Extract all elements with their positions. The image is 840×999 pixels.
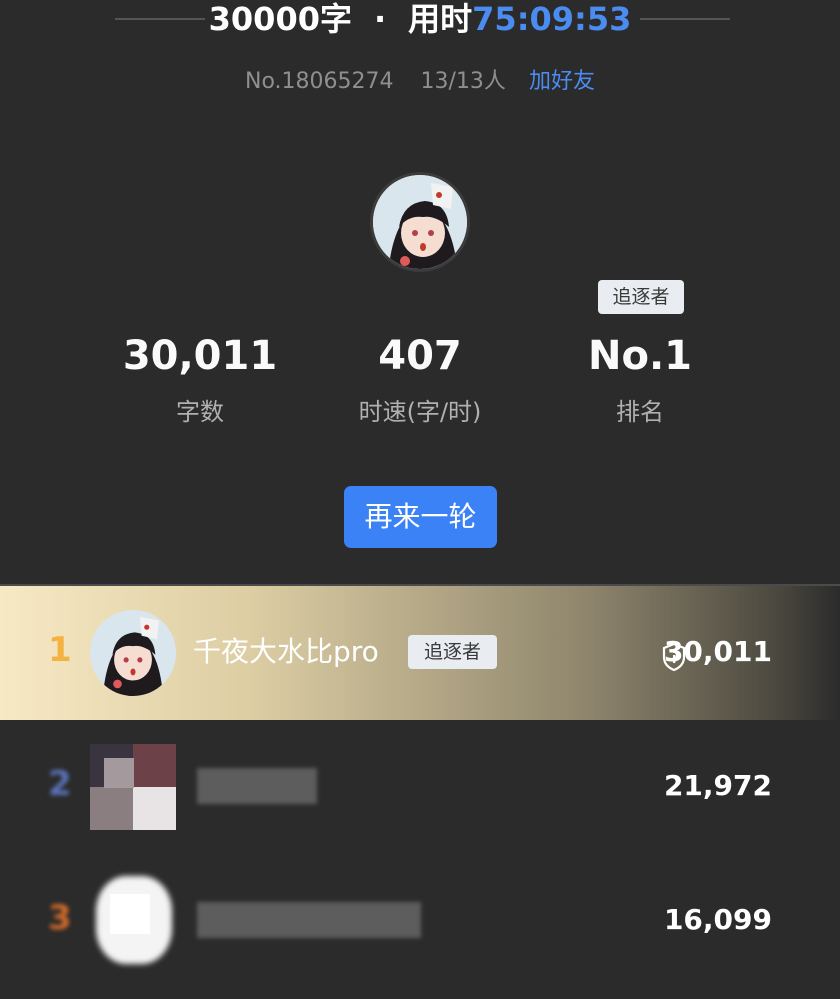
player-avatar[interactable] — [90, 744, 176, 830]
stat-word-count: 30,011 字数 — [90, 330, 310, 428]
player-score: 16,099 — [663, 903, 772, 936]
stat-speed: 407 时速(字/时) — [310, 330, 530, 428]
stat-label: 时速(字/时) — [358, 398, 482, 426]
chaser-badge: 追逐者 — [598, 280, 684, 314]
ranking-row[interactable]: 1 千夜大水比pro 追逐者 30,011 — [0, 586, 840, 720]
title-separator: · — [373, 0, 387, 38]
player-count: 13/13人 — [420, 69, 506, 94]
player-avatar[interactable] — [90, 870, 176, 970]
stat-value: 30,011 — [122, 333, 278, 379]
play-again-button[interactable]: 再来一轮 — [344, 486, 497, 548]
rank-number: 3 — [48, 898, 72, 938]
stat-label: 字数 — [176, 398, 224, 426]
header-divider-right — [640, 18, 730, 20]
word-count: 30000字 — [208, 0, 352, 38]
time-label: 用时 — [408, 0, 473, 38]
room-info: No.18065274 13/13人 加好友 — [0, 64, 840, 100]
header: 30000字 · 用时75:09:53 — [0, 0, 840, 40]
player-score: 21,972 — [663, 769, 772, 802]
player-score: 30,011 — [663, 635, 772, 668]
ranking-row[interactable]: 2 21,972 — [0, 720, 840, 854]
avatar-image-icon — [373, 175, 467, 269]
stat-label: 排名 — [616, 398, 664, 426]
ranking-row[interactable]: 3 16,099 — [0, 854, 840, 988]
stat-rank: No.1 排名 — [530, 330, 750, 428]
player-name — [197, 902, 421, 938]
avatar-image-icon — [90, 610, 176, 696]
player-badge: 追逐者 — [408, 635, 497, 669]
add-friend-link[interactable]: 加好友 — [529, 69, 595, 94]
time-value: 75:09:53 — [472, 0, 632, 38]
rank-number: 1 — [48, 630, 72, 670]
room-number: No.18065274 — [245, 69, 394, 94]
stat-value: 407 — [378, 333, 462, 379]
rank-number: 2 — [48, 764, 72, 804]
player-name — [197, 768, 317, 804]
player-name: 千夜大水比pro — [193, 635, 379, 668]
player-avatar[interactable] — [90, 610, 176, 696]
stat-value: No.1 — [588, 333, 692, 379]
avatar[interactable] — [370, 172, 470, 272]
